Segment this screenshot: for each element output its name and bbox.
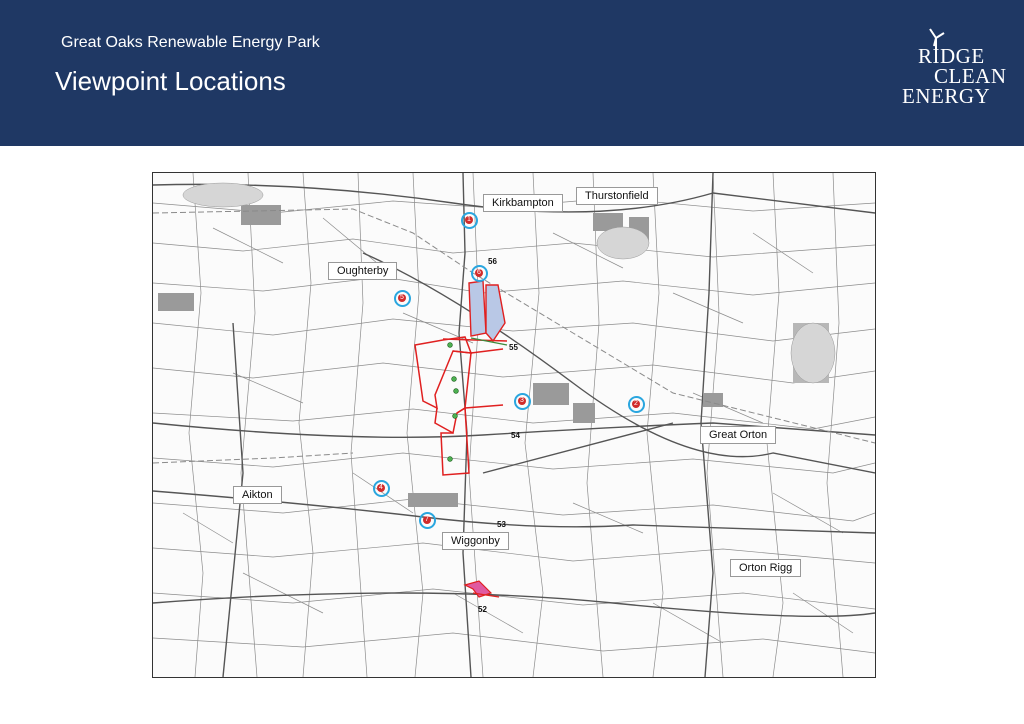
viewpoint-number-6: 6 <box>475 269 483 277</box>
logo-text-energy: ENERGY <box>902 84 991 108</box>
place-label-orton-rigg: Orton Rigg <box>730 559 802 577</box>
viewpoint-number-1: 1 <box>465 216 473 224</box>
viewpoint-number-2: 2 <box>632 400 640 408</box>
spot-height-54: 54 <box>511 431 520 440</box>
viewpoint-marker-6[interactable]: 6 <box>471 265 488 282</box>
place-label-aikton: Aikton <box>233 486 282 504</box>
viewpoint-marker-2[interactable]: 2 <box>628 396 645 413</box>
place-label-great-orton: Great Orton <box>700 426 777 444</box>
viewpoint-map: 56 55 54 53 52 Kirkbampton Thurstonfield… <box>152 172 876 678</box>
os-basemap <box>153 173 875 677</box>
spot-height-52: 52 <box>478 605 487 614</box>
spot-height-55: 55 <box>509 343 518 352</box>
viewpoint-marker-5[interactable]: 5 <box>394 290 411 307</box>
place-label-thurstonfield: Thurstonfield <box>576 187 658 205</box>
settlement-blocks <box>158 205 829 507</box>
parish-boundary <box>153 208 875 444</box>
place-label-oughterby: Oughterby <box>328 262 398 280</box>
page-title: Viewpoint Locations <box>55 66 286 96</box>
ridge-clean-energy-logo: RIDGE CLEAN ENERGY <box>896 24 1006 114</box>
viewpoint-number-4: 4 <box>377 484 385 492</box>
roads <box>153 173 875 677</box>
viewpoint-number-7: 7 <box>423 516 431 524</box>
viewpoint-marker-4[interactable]: 4 <box>373 480 390 497</box>
place-label-kirkbampton: Kirkbampton <box>483 194 563 212</box>
header-banner: Great Oaks Renewable Energy Park Viewpoi… <box>0 0 1024 146</box>
viewpoint-marker-1[interactable]: 1 <box>461 212 478 229</box>
viewpoint-marker-3[interactable]: 3 <box>514 393 531 410</box>
viewpoint-marker-7[interactable]: 7 <box>419 512 436 529</box>
field-boundaries <box>153 173 875 677</box>
viewpoint-number-5: 5 <box>398 294 406 302</box>
place-label-wiggonby: Wiggonby <box>442 532 509 550</box>
spot-height-53: 53 <box>497 520 506 529</box>
spot-height-56: 56 <box>488 257 497 266</box>
project-subtitle: Great Oaks Renewable Energy Park <box>61 34 320 51</box>
viewpoint-number-3: 3 <box>518 397 526 405</box>
solar-array-west <box>468 280 487 337</box>
